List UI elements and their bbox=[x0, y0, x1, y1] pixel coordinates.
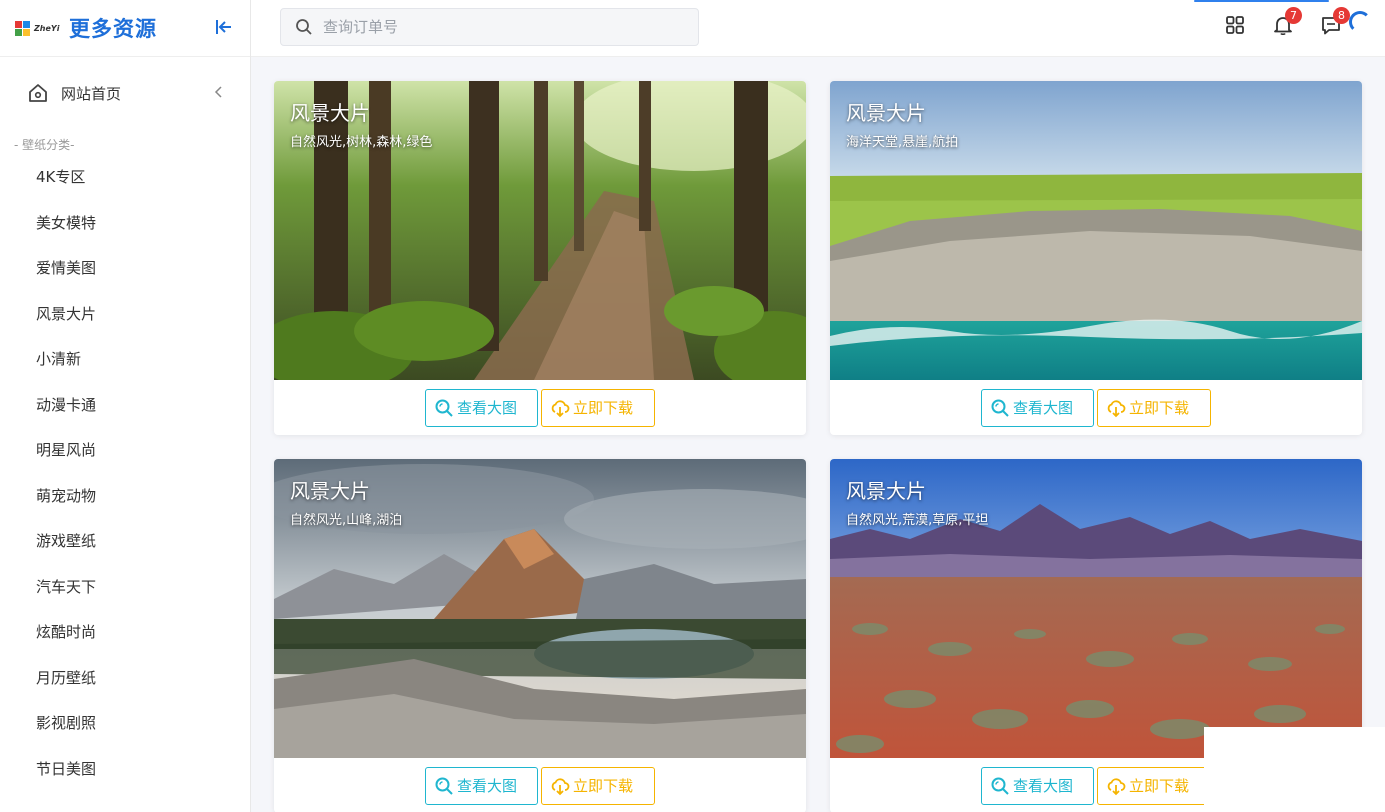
card-tags: 自然风光,荒漠,草原,平坦 bbox=[846, 513, 989, 528]
search-icon bbox=[296, 19, 312, 35]
card-title: 风景大片 bbox=[846, 101, 926, 125]
sidebar-home-label: 网站首页 bbox=[61, 84, 122, 103]
wallpaper-card: 风景大片 自然风光,树林,森林,绿色 查看大图 立即下载 bbox=[274, 81, 806, 435]
wallpaper-grid: 风景大片 自然风光,树林,森林,绿色 查看大图 立即下载 风景大片 海洋天堂,悬… bbox=[251, 57, 1385, 812]
messages-badge: 8 bbox=[1333, 7, 1350, 24]
loading-bar bbox=[1194, 0, 1329, 2]
sidebar-item-calendar[interactable]: 月历壁纸 bbox=[0, 656, 250, 702]
download-label: 立即下载 bbox=[573, 399, 634, 417]
notifications-button[interactable]: 7 bbox=[1272, 7, 1302, 36]
zoom-icon bbox=[435, 777, 453, 795]
cloud-download-icon bbox=[1107, 777, 1126, 795]
sidebar-item-fresh[interactable]: 小清新 bbox=[0, 337, 250, 383]
brand-header: ZheYi 更多资源 bbox=[0, 0, 250, 57]
card-tags: 自然风光,山峰,湖泊 bbox=[290, 513, 403, 528]
sidebar-item-models[interactable]: 美女模特 bbox=[0, 201, 250, 247]
view-large-button[interactable]: 查看大图 bbox=[981, 388, 1094, 427]
loading-spinner bbox=[1349, 11, 1371, 33]
download-label: 立即下载 bbox=[573, 777, 634, 795]
topbar: 7 8 bbox=[251, 0, 1385, 57]
sidebar-item-love[interactable]: 爱情美图 bbox=[0, 246, 250, 292]
sidebar-item-anime[interactable]: 动漫卡通 bbox=[0, 383, 250, 429]
cloud-download-icon bbox=[551, 399, 570, 417]
logo[interactable]: ZheYi bbox=[15, 17, 59, 39]
card-actions: 查看大图 立即下载 bbox=[274, 758, 806, 812]
overlay-panel bbox=[1204, 727, 1385, 812]
view-large-label: 查看大图 bbox=[457, 399, 518, 417]
view-large-label: 查看大图 bbox=[457, 777, 518, 795]
sidebar-item-stars[interactable]: 明星风尚 bbox=[0, 428, 250, 474]
zoom-icon bbox=[991, 399, 1009, 417]
download-label: 立即下载 bbox=[1129, 777, 1190, 795]
download-button[interactable]: 立即下载 bbox=[1097, 388, 1211, 427]
sidebar: ZheYi 更多资源 网站首页 - 壁纸分类- 4K专区 美女模特 爱情美图 风… bbox=[0, 0, 251, 812]
zoom-icon bbox=[991, 777, 1009, 795]
sidebar-item-scenery[interactable]: 风景大片 bbox=[0, 292, 250, 338]
sidebar-item-home[interactable]: 网站首页 bbox=[0, 57, 250, 129]
wallpaper-card: 风景大片 自然风光,山峰,湖泊 查看大图 立即下载 bbox=[274, 459, 806, 812]
sidebar-item-pets[interactable]: 萌宠动物 bbox=[0, 474, 250, 520]
download-button[interactable]: 立即下载 bbox=[1097, 766, 1211, 805]
view-large-label: 查看大图 bbox=[1013, 777, 1074, 795]
card-actions: 查看大图 立即下载 bbox=[830, 380, 1362, 435]
search-box[interactable] bbox=[280, 8, 699, 46]
notifications-badge: 7 bbox=[1285, 7, 1302, 24]
view-large-label: 查看大图 bbox=[1013, 399, 1074, 417]
download-label: 立即下载 bbox=[1129, 399, 1190, 417]
download-button[interactable]: 立即下载 bbox=[541, 766, 655, 805]
view-large-button[interactable]: 查看大图 bbox=[981, 766, 1094, 805]
cloud-download-icon bbox=[1107, 399, 1126, 417]
view-large-button[interactable]: 查看大图 bbox=[425, 766, 538, 805]
cloud-download-icon bbox=[551, 777, 570, 795]
sidebar-item-4k[interactable]: 4K专区 bbox=[0, 155, 250, 201]
sidebar-item-movies[interactable]: 影视剧照 bbox=[0, 701, 250, 747]
download-button[interactable]: 立即下载 bbox=[541, 388, 655, 427]
collapse-sidebar-icon[interactable] bbox=[214, 17, 234, 37]
sidebar-item-cars[interactable]: 汽车天下 bbox=[0, 565, 250, 611]
home-icon bbox=[29, 84, 47, 102]
category-section-label: - 壁纸分类- bbox=[14, 138, 75, 152]
card-tags: 海洋天堂,悬崖,航拍 bbox=[846, 135, 959, 150]
sidebar-item-holidays[interactable]: 节日美图 bbox=[0, 747, 250, 793]
sidebar-item-games[interactable]: 游戏壁纸 bbox=[0, 519, 250, 565]
card-title: 风景大片 bbox=[290, 101, 370, 125]
card-title: 风景大片 bbox=[290, 479, 370, 503]
chevron-left-icon[interactable] bbox=[212, 85, 226, 99]
card-tags: 自然风光,树林,森林,绿色 bbox=[290, 135, 433, 150]
card-actions: 查看大图 立即下载 bbox=[274, 380, 806, 435]
apps-grid-icon[interactable] bbox=[1224, 14, 1246, 36]
brand-name[interactable]: 更多资源 bbox=[69, 13, 157, 43]
view-large-button[interactable]: 查看大图 bbox=[425, 388, 538, 427]
logo-text: ZheYi bbox=[34, 23, 60, 33]
wallpaper-card: 风景大片 海洋天堂,悬崖,航拍 查看大图 立即下载 bbox=[830, 81, 1362, 435]
logo-mark bbox=[15, 20, 30, 36]
card-title: 风景大片 bbox=[846, 479, 926, 503]
sidebar-item-fashion[interactable]: 炫酷时尚 bbox=[0, 610, 250, 656]
messages-button[interactable]: 8 bbox=[1320, 7, 1350, 36]
order-search-input[interactable] bbox=[323, 18, 683, 36]
zoom-icon bbox=[435, 399, 453, 417]
